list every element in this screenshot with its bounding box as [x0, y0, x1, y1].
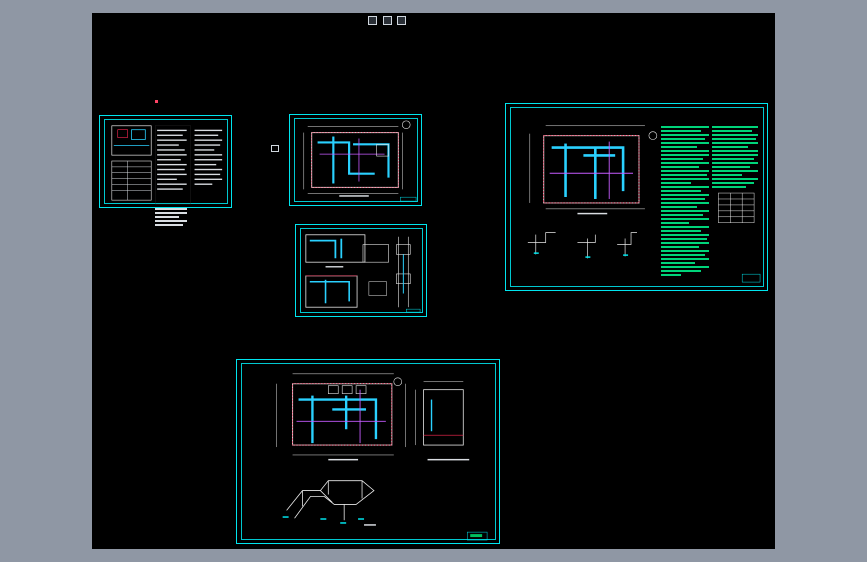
title-stamp-3 [397, 16, 406, 25]
sheet-2-drawing [303, 120, 417, 202]
drawing-sheet-4[interactable] [505, 103, 768, 291]
sheet-3-drawing [305, 234, 421, 313]
cad-model-space[interactable] [92, 13, 775, 549]
drawing-sheet-2[interactable] [289, 114, 422, 206]
title-stamp-1 [368, 16, 377, 25]
sheet-4-notes-col-2 [712, 126, 758, 190]
drawing-sheet-5[interactable] [236, 359, 500, 544]
sheet-1-drawing [111, 125, 223, 205]
marker-glyph [271, 145, 279, 152]
drawing-sheet-3[interactable] [295, 224, 427, 317]
drawing-sheet-1[interactable] [99, 115, 232, 208]
marker-dot [155, 100, 158, 103]
sheet-5-drawing [276, 373, 488, 541]
sheet-4-notes-col-1 [661, 126, 709, 278]
title-stamp-2 [383, 16, 392, 25]
sheet-1-overflow-notes [155, 208, 187, 228]
